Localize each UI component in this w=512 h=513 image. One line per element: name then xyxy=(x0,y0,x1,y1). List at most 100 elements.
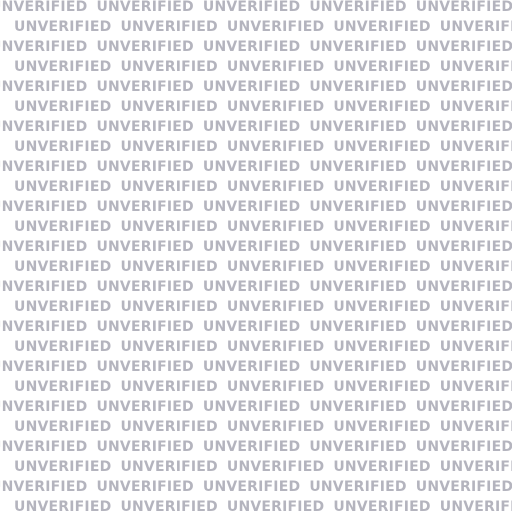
watermark-word: UNVERIFIED xyxy=(14,339,112,355)
watermark-word: UNVERIFIED xyxy=(14,19,112,35)
watermark-word: UNVERIFIED xyxy=(96,319,194,335)
watermark-row: UNVERIFIED UNVERIFIED UNVERIFIED UNVERIFIED… xyxy=(14,100,512,114)
watermark-word: UNVERIFIED xyxy=(415,399,512,415)
watermark-word: UNVERIFIED xyxy=(0,359,88,375)
watermark-word: UNVERIFIED xyxy=(0,399,88,415)
watermark-word: UNVERIFIED xyxy=(202,439,301,455)
watermark-word: UNVERIFIED xyxy=(202,199,301,215)
watermark-word: UNVERIFIED xyxy=(202,359,301,375)
watermark-word: UNVERIFIED xyxy=(226,179,325,195)
watermark-word: UNVERIFIED xyxy=(120,219,218,235)
watermark-word: UNVERIFIED xyxy=(120,179,218,195)
watermark-word: UNVERIFIED xyxy=(309,319,407,335)
watermark-word: UNVERIFIED xyxy=(309,279,407,295)
watermark-word: UNVERIFIED xyxy=(120,459,218,475)
watermark-row: UNVERIFIED UNVERIFIED UNVERIFIED UNVERIFIED… xyxy=(14,220,512,234)
watermark-word: UNVERIFIED xyxy=(96,79,194,95)
watermark-row: UNVERIFIED UNVERIFIED UNVERIFIED UNVERIFIED… xyxy=(14,380,512,394)
watermark-word: UNVERIFIED xyxy=(226,219,325,235)
watermark-word: UNVERIFIED xyxy=(226,19,325,35)
watermark-word: UNVERIFIED xyxy=(226,99,325,115)
watermark-word: UNVERIFIED xyxy=(439,299,512,315)
watermark-word: UNVERIFIED xyxy=(309,0,407,15)
watermark-row: UNVERIFIED UNVERIFIED UNVERIFIED UNVERIFIED… xyxy=(0,280,512,294)
watermark-word: UNVERIFIED xyxy=(439,259,512,275)
watermark-row: UNVERIFIED UNVERIFIED UNVERIFIED UNVERIFIED… xyxy=(0,80,512,94)
watermark-row: UNVERIFIED UNVERIFIED UNVERIFIED UNVERIFIED… xyxy=(14,60,512,74)
watermark-word: UNVERIFIED xyxy=(202,479,301,495)
watermark-word: UNVERIFIED xyxy=(120,499,218,513)
watermark-word: UNVERIFIED xyxy=(120,299,218,315)
watermark-row: UNVERIFIED UNVERIFIED UNVERIFIED UNVERIFIED… xyxy=(0,400,512,414)
watermark-word: UNVERIFIED xyxy=(439,59,512,75)
watermark-word: UNVERIFIED xyxy=(333,219,431,235)
watermark-word: UNVERIFIED xyxy=(0,79,88,95)
watermark-word: UNVERIFIED xyxy=(0,319,88,335)
watermark-word: UNVERIFIED xyxy=(415,79,512,95)
watermark-word: UNVERIFIED xyxy=(309,359,407,375)
watermark-word: UNVERIFIED xyxy=(439,419,512,435)
unverified-watermark-pattern: UNVERIFIED UNVERIFIEDUNVERIFIEDUNVERIFIE… xyxy=(0,0,512,513)
watermark-word: UNVERIFIED xyxy=(415,199,512,215)
watermark-word: UNVERIFIED xyxy=(333,259,431,275)
watermark-row: UNVERIFIED UNVERIFIED UNVERIFIED UNVERIFIED… xyxy=(0,480,512,494)
watermark-word: UNVERIFIED xyxy=(0,119,88,135)
watermark-row: UNVERIFIED UNVERIFIED UNVERIFIED UNVERIFIED… xyxy=(0,240,512,254)
watermark-word: UNVERIFIED xyxy=(415,319,512,335)
watermark-word: UNVERIFIED xyxy=(14,259,112,275)
watermark-word: UNVERIFIED xyxy=(202,279,301,295)
watermark-word: UNVERIFIED xyxy=(333,299,431,315)
watermark-word: UNVERIFIED xyxy=(0,199,88,215)
watermark-word: UNVERIFIED xyxy=(120,339,218,355)
watermark-word: UNVERIFIED xyxy=(309,239,407,255)
watermark-word: UNVERIFIED xyxy=(333,459,431,475)
watermark-word: UNVERIFIED xyxy=(202,399,301,415)
watermark-word: UNVERIFIED xyxy=(309,119,407,135)
watermark-word: UNVERIFIED xyxy=(226,459,325,475)
watermark-word: UNVERIFIED xyxy=(120,19,218,35)
watermark-word: UNVERIFIED xyxy=(333,19,431,35)
watermark-word: UNVERIFIED xyxy=(0,439,88,455)
watermark-word: UNVERIFIED xyxy=(120,59,218,75)
watermark-word: UNVERIFIED xyxy=(120,379,218,395)
watermark-word: UNVERIFIED xyxy=(96,199,194,215)
watermark-word: UNVERIFIED xyxy=(439,219,512,235)
watermark-row: UNVERIFIED UNVERIFIED UNVERIFIED UNVERIFIED… xyxy=(0,120,512,134)
watermark-word: UNVERIFIED xyxy=(415,479,512,495)
watermark-word: UNVERIFIED xyxy=(415,0,512,15)
watermark-row: UNVERIFIED UNVERIFIED UNVERIFIED UNVERIFIED… xyxy=(14,20,512,34)
watermark-word: UNVERIFIED xyxy=(309,399,407,415)
watermark-word: UNVERIFIED xyxy=(226,379,325,395)
watermark-word: UNVERIFIED xyxy=(0,239,88,255)
watermark-word: UNVERIFIED xyxy=(96,279,194,295)
watermark-word: UNVERIFIED xyxy=(120,419,218,435)
watermark-word: UNVERIFIED xyxy=(226,259,325,275)
watermark-word: UNVERIFIED xyxy=(333,59,431,75)
watermark-word: UNVERIFIED xyxy=(14,299,112,315)
watermark-word: UNVERIFIED xyxy=(439,19,512,35)
watermark-word: UNVERIFIED xyxy=(96,159,194,175)
watermark-word: UNVERIFIED xyxy=(0,0,88,15)
watermark-row: UNVERIFIED UNVERIFIED UNVERIFIED UNVERIFIED… xyxy=(0,0,512,14)
watermark-word: UNVERIFIED xyxy=(96,479,194,495)
watermark-row: UNVERIFIED UNVERIFIED UNVERIFIED UNVERIFIED… xyxy=(14,300,512,314)
watermark-row: UNVERIFIED UNVERIFIED UNVERIFIED UNVERIFIED… xyxy=(14,500,512,513)
watermark-word: UNVERIFIED xyxy=(120,139,218,155)
watermark-word: UNVERIFIED xyxy=(120,259,218,275)
watermark-word: UNVERIFIED xyxy=(14,99,112,115)
watermark-word: UNVERIFIED xyxy=(309,159,407,175)
watermark-word: UNVERIFIED xyxy=(226,339,325,355)
watermark-word: UNVERIFIED xyxy=(333,339,431,355)
watermark-word: UNVERIFIED xyxy=(202,239,301,255)
watermark-word: UNVERIFIED xyxy=(14,59,112,75)
watermark-word: UNVERIFIED xyxy=(333,379,431,395)
watermark-word: UNVERIFIED xyxy=(14,379,112,395)
watermark-word: UNVERIFIED xyxy=(96,39,194,55)
watermark-word: UNVERIFIED xyxy=(309,199,407,215)
watermark-word: UNVERIFIED xyxy=(439,499,512,513)
watermark-word: UNVERIFIED xyxy=(309,439,407,455)
watermark-word: UNVERIFIED xyxy=(439,379,512,395)
watermark-word: UNVERIFIED xyxy=(0,279,88,295)
watermark-word: UNVERIFIED xyxy=(202,0,301,15)
watermark-word: UNVERIFIED xyxy=(14,459,112,475)
